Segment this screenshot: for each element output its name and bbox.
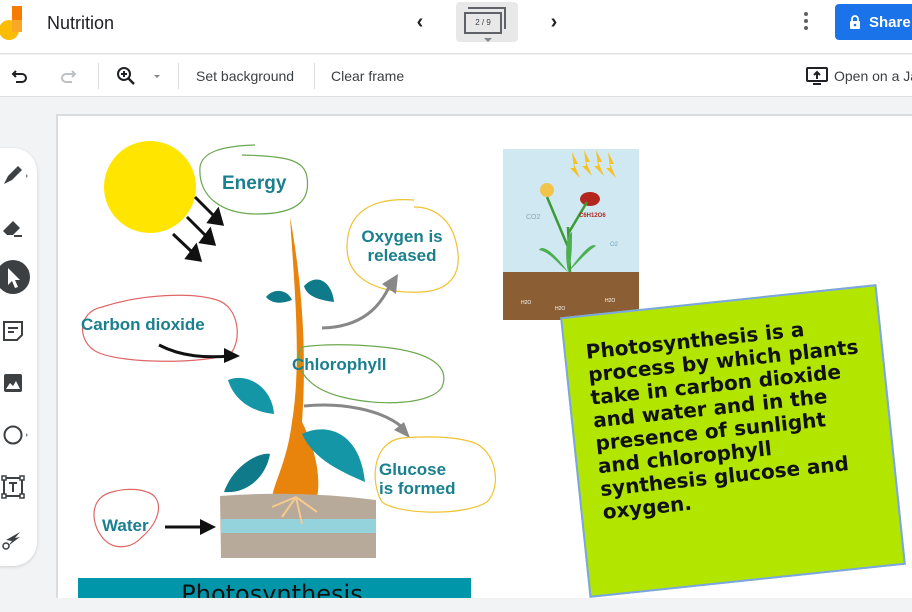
glucose-label-line1: Glucose bbox=[379, 460, 446, 479]
caret-down-icon bbox=[484, 38, 492, 42]
frame-picker-button[interactable]: 2 / 9 bbox=[456, 2, 518, 42]
carbon-dioxide-arrow bbox=[158, 343, 231, 359]
set-background-button[interactable]: Set background bbox=[196, 63, 294, 89]
previous-frame-button[interactable]: ‹ bbox=[408, 8, 432, 36]
oxygen-label-line2: released bbox=[368, 246, 437, 265]
next-frame-button[interactable]: › bbox=[542, 8, 566, 36]
share-label: Share bbox=[869, 13, 911, 31]
image-tool[interactable] bbox=[0, 370, 26, 396]
toolbar-divider bbox=[178, 63, 179, 89]
arrow-head bbox=[382, 274, 398, 294]
leaf bbox=[266, 290, 292, 303]
select-arrow-icon bbox=[8, 268, 20, 288]
energy-label: Energy bbox=[222, 173, 287, 194]
leaf bbox=[224, 453, 270, 493]
h2o-label: H2O bbox=[521, 300, 531, 306]
water-layer bbox=[221, 519, 376, 533]
open-on-jamboard-label: Open on a Jamboard bbox=[834, 68, 912, 84]
glucose-label-line2: is formed bbox=[379, 479, 456, 498]
text-box-tool[interactable] bbox=[0, 474, 26, 500]
glucose-formula-label: C6H12O6 bbox=[579, 213, 606, 219]
caret-down-icon bbox=[154, 75, 160, 78]
clear-frame-button[interactable]: Clear frame bbox=[331, 63, 404, 89]
toolbar: Set background Clear frame Open on a Jam… bbox=[0, 55, 912, 97]
sticky-note[interactable]: Photosynthesis is a process by which pla… bbox=[560, 284, 906, 598]
jamboard-logo-icon bbox=[0, 6, 22, 40]
o2-label: O2 bbox=[610, 242, 619, 248]
sticky-note-tool[interactable] bbox=[0, 318, 26, 344]
laser-icon bbox=[2, 532, 20, 550]
leaf bbox=[228, 377, 274, 414]
tool-sidebar bbox=[0, 148, 37, 566]
zoom-button[interactable] bbox=[116, 63, 136, 89]
select-tool[interactable] bbox=[0, 260, 30, 294]
glucose-arrow bbox=[303, 403, 403, 429]
pen-tool[interactable] bbox=[0, 162, 28, 188]
top-bar: Nutrition ‹ 2 / 9 › Share bbox=[0, 0, 912, 54]
cast-screen-icon bbox=[806, 67, 828, 85]
dot bbox=[804, 12, 808, 16]
eraser-tool[interactable] bbox=[0, 214, 26, 240]
sticky-note-text: Photosynthesis is a process by which pla… bbox=[584, 317, 860, 524]
toolbar-divider bbox=[98, 63, 99, 89]
zoom-in-icon bbox=[117, 67, 135, 85]
eraser-icon bbox=[3, 221, 22, 237]
h2o-label: H2O bbox=[555, 306, 565, 312]
chlorophyll-label: Chlorophyll bbox=[292, 355, 386, 374]
frame-indicator: 2 / 9 bbox=[464, 12, 502, 34]
arrow-head bbox=[224, 348, 240, 363]
redo-button[interactable] bbox=[58, 63, 78, 89]
oxygen-label-line1: Oxygen is bbox=[361, 227, 442, 246]
carbon-dioxide-label: Carbon dioxide bbox=[81, 315, 205, 334]
dot bbox=[804, 26, 808, 30]
pen-icon bbox=[4, 166, 28, 184]
photosynthesis-image[interactable]: CO2 C6H12O6 O2 H2O H2O H2O bbox=[503, 149, 639, 320]
open-on-jamboard-button[interactable]: Open on a Jamboard bbox=[806, 63, 912, 89]
lock-icon bbox=[850, 15, 860, 29]
sun-shape bbox=[104, 141, 196, 233]
whiteboard-canvas[interactable]: Energy Oxygen is released Carbon dioxide… bbox=[56, 114, 912, 612]
co2-label: CO2 bbox=[526, 214, 541, 221]
redo-icon bbox=[61, 70, 77, 83]
text-box-icon bbox=[1, 475, 25, 499]
h2o-label: H2O bbox=[605, 298, 615, 304]
share-button[interactable]: Share bbox=[835, 4, 912, 40]
zoom-dropdown-button[interactable] bbox=[152, 63, 162, 89]
toolbar-divider bbox=[314, 63, 315, 89]
undo-icon bbox=[11, 70, 27, 83]
sticky-note-icon bbox=[3, 321, 23, 341]
canvas-bottom-margin bbox=[0, 598, 912, 612]
water-label: Water bbox=[102, 516, 149, 535]
image-icon bbox=[4, 374, 22, 392]
circle-icon bbox=[3, 425, 28, 445]
laser-tool[interactable] bbox=[0, 526, 26, 552]
leaf bbox=[304, 279, 334, 302]
undo-button[interactable] bbox=[10, 63, 30, 89]
shape-tool[interactable] bbox=[0, 422, 32, 448]
oxygen-arrow bbox=[321, 284, 392, 330]
board-title[interactable]: Nutrition bbox=[47, 13, 114, 34]
arrow-head bbox=[200, 519, 216, 535]
dot bbox=[804, 19, 808, 23]
more-options-button[interactable] bbox=[798, 10, 814, 34]
